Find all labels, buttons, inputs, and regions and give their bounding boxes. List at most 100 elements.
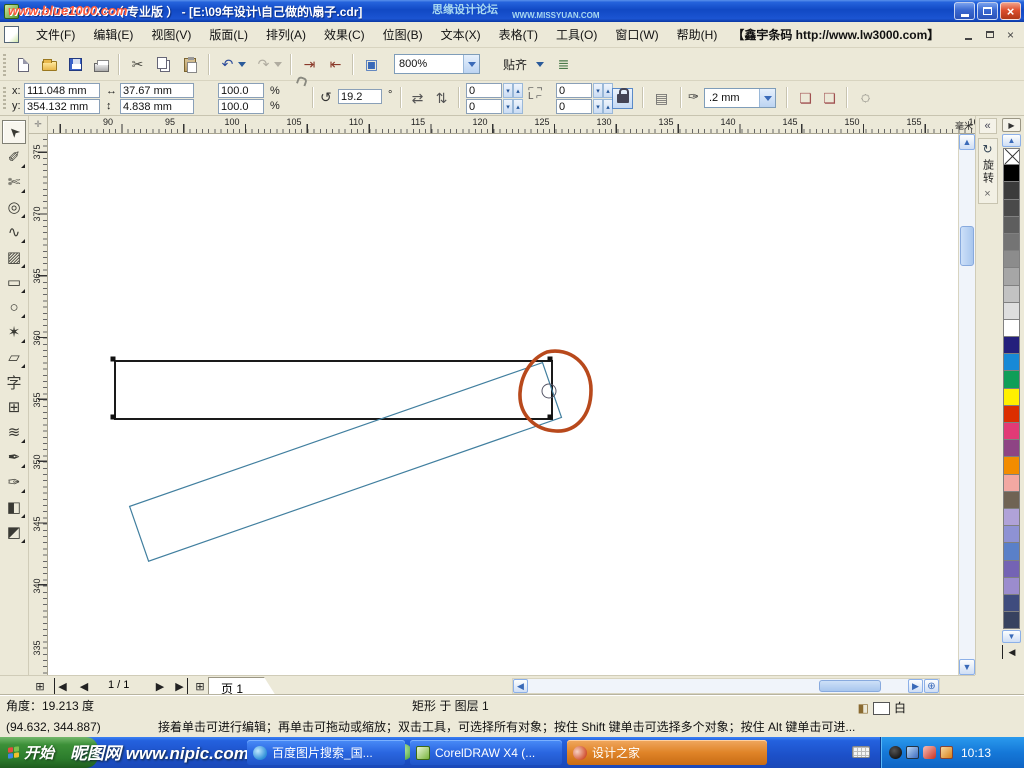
swatch-dc2e00[interactable] bbox=[1003, 406, 1020, 423]
swatch-747474[interactable] bbox=[1003, 234, 1020, 251]
import-button[interactable]: ⇥ bbox=[298, 53, 321, 76]
shape-tool[interactable]: ✐ bbox=[2, 145, 26, 169]
menu-tools[interactable]: 工具(O) bbox=[547, 28, 606, 42]
security-tray-icon[interactable] bbox=[923, 746, 936, 759]
menu-file[interactable]: 文件(F) bbox=[27, 28, 84, 42]
swatch-1789d6[interactable] bbox=[1003, 354, 1020, 371]
horizontal-ruler[interactable]: 毫米 9095100105110115120125130135140145150… bbox=[48, 116, 975, 134]
palette-scroll-down[interactable]: ▼ bbox=[1002, 630, 1021, 643]
scale-h-input[interactable] bbox=[218, 83, 264, 98]
corner-tr-input[interactable] bbox=[556, 83, 592, 98]
scale-v-input[interactable] bbox=[218, 99, 264, 114]
swatch-000000[interactable] bbox=[1003, 165, 1020, 182]
network-tray-icon[interactable] bbox=[906, 746, 919, 759]
previous-page-button[interactable]: ◀ bbox=[76, 678, 92, 694]
menu-layout[interactable]: 版面(L) bbox=[200, 28, 257, 42]
pan-zoom-button[interactable]: ⊕ bbox=[924, 679, 939, 693]
docker-close-icon[interactable]: × bbox=[984, 188, 990, 200]
scroll-right-button[interactable]: ▶ bbox=[908, 679, 923, 693]
swatch-fff000[interactable] bbox=[1003, 389, 1020, 406]
swatch-8c8c8c[interactable] bbox=[1003, 251, 1020, 268]
corner-bl-input[interactable] bbox=[466, 99, 502, 114]
export-button[interactable]: ⇤ bbox=[324, 53, 347, 76]
swatch-0f9e58[interactable] bbox=[1003, 371, 1020, 388]
menu-help[interactable]: 帮助(H) bbox=[668, 28, 727, 42]
zoom-dropdown-arrow[interactable] bbox=[463, 55, 479, 73]
basic-shapes-tool[interactable]: ▱ bbox=[2, 345, 26, 369]
input-method-icon[interactable] bbox=[852, 746, 870, 758]
paste-button[interactable] bbox=[178, 53, 201, 76]
menu-table[interactable]: 表格(T) bbox=[490, 28, 547, 42]
task-shejizhijia[interactable]: 设计之家 bbox=[567, 740, 767, 765]
task-baidu[interactable]: 百度图片搜索_国... bbox=[247, 740, 405, 765]
x-position-input[interactable] bbox=[24, 83, 100, 98]
options-button[interactable]: ≣ bbox=[552, 53, 575, 76]
scroll-down-button[interactable]: ▼ bbox=[959, 659, 975, 675]
menu-arrange[interactable]: 排列(A) bbox=[257, 28, 315, 42]
vertical-scrollbar[interactable]: ▲ ▼ bbox=[958, 134, 975, 675]
height-input[interactable] bbox=[120, 99, 194, 114]
smart-fill-tool[interactable]: ▨ bbox=[2, 245, 26, 269]
interactive-fill-tool[interactable]: ◩ bbox=[2, 520, 26, 544]
close-button[interactable]: × bbox=[1000, 2, 1021, 20]
selected-rectangle-shape[interactable] bbox=[115, 361, 552, 419]
add-page-button-left[interactable]: ⊞ bbox=[32, 678, 48, 694]
corner-br-input[interactable] bbox=[556, 99, 592, 114]
corner-tl-input[interactable] bbox=[466, 83, 502, 98]
horizontal-scrollbar[interactable]: ◀ ▶ ⊕ bbox=[512, 678, 940, 694]
docker-collapse-button[interactable]: « bbox=[979, 118, 997, 134]
docker-tab-rotate[interactable]: ↻ 旋转 × bbox=[978, 138, 998, 204]
minimize-button[interactable] bbox=[954, 2, 975, 20]
table-tool[interactable]: ⊞ bbox=[2, 395, 26, 419]
menu-edit[interactable]: 编辑(E) bbox=[84, 28, 142, 42]
swatch-241f7c[interactable] bbox=[1003, 337, 1020, 354]
swatch-4a4a4a[interactable] bbox=[1003, 200, 1020, 217]
swatch-e23a76[interactable] bbox=[1003, 423, 1020, 440]
swatch-3b3b3b[interactable] bbox=[1003, 182, 1020, 199]
menu-bitmaps[interactable]: 位图(B) bbox=[374, 28, 432, 42]
new-button[interactable] bbox=[12, 53, 35, 76]
y-position-input[interactable] bbox=[24, 99, 100, 114]
menu-window[interactable]: 窗口(W) bbox=[606, 28, 667, 42]
drawing-svg[interactable] bbox=[48, 134, 958, 675]
undo-dropdown[interactable] bbox=[236, 53, 248, 76]
polygon-tool[interactable]: ✶ bbox=[2, 320, 26, 344]
swatch-b0a2d8[interactable] bbox=[1003, 509, 1020, 526]
rotation-center-handle[interactable] bbox=[542, 384, 556, 398]
pick-tool[interactable]: ➤ bbox=[2, 120, 26, 144]
snap-to-button[interactable]: 贴齐 bbox=[498, 53, 532, 76]
crop-tool[interactable]: ✄ bbox=[2, 170, 26, 194]
selection-handles[interactable] bbox=[111, 357, 553, 420]
swatch-f2a8a2[interactable] bbox=[1003, 475, 1020, 492]
redo-dropdown[interactable] bbox=[272, 53, 284, 76]
scroll-up-button[interactable]: ▲ bbox=[959, 134, 975, 150]
text-tool[interactable]: 字 bbox=[2, 370, 26, 394]
zoom-tool[interactable]: ◎ bbox=[2, 195, 26, 219]
menu-effects[interactable]: 效果(C) bbox=[315, 28, 374, 42]
ellipse-tool[interactable]: ○ bbox=[2, 295, 26, 319]
palette-scroll-up[interactable]: ▲ bbox=[1002, 134, 1021, 147]
hscroll-thumb[interactable] bbox=[819, 680, 881, 692]
handle-bottom-left[interactable] bbox=[111, 415, 116, 420]
round-corners-together-button[interactable] bbox=[612, 88, 633, 109]
drawing-canvas[interactable] bbox=[48, 134, 958, 675]
handle-bottom-right[interactable] bbox=[548, 415, 553, 420]
last-page-button[interactable]: ▶ bbox=[172, 678, 188, 694]
swatch-8e4484[interactable] bbox=[1003, 440, 1020, 457]
mirror-vertical-button[interactable]: ⇅ bbox=[430, 87, 453, 110]
corner-tl-down[interactable]: ▾ bbox=[503, 83, 513, 98]
maximize-button[interactable] bbox=[977, 2, 998, 20]
task-coreldraw[interactable]: CorelDRAW X4 (... bbox=[410, 740, 562, 765]
toolbar-drag-handle[interactable] bbox=[3, 54, 6, 76]
swatch-5a80c8[interactable] bbox=[1003, 543, 1020, 560]
convert-to-curves-button[interactable]: ◌ bbox=[854, 87, 877, 110]
width-input[interactable] bbox=[120, 83, 194, 98]
corner-br-down[interactable]: ▾ bbox=[593, 99, 603, 114]
scroll-left-button[interactable]: ◀ bbox=[513, 679, 528, 693]
save-button[interactable] bbox=[64, 53, 87, 76]
swatch-6f6354[interactable] bbox=[1003, 492, 1020, 509]
snap-dropdown[interactable] bbox=[534, 53, 546, 76]
handle-top-right[interactable] bbox=[548, 357, 553, 362]
menu-view[interactable]: 视图(V) bbox=[142, 28, 200, 42]
wrap-text-button[interactable]: ▤ bbox=[650, 87, 673, 110]
